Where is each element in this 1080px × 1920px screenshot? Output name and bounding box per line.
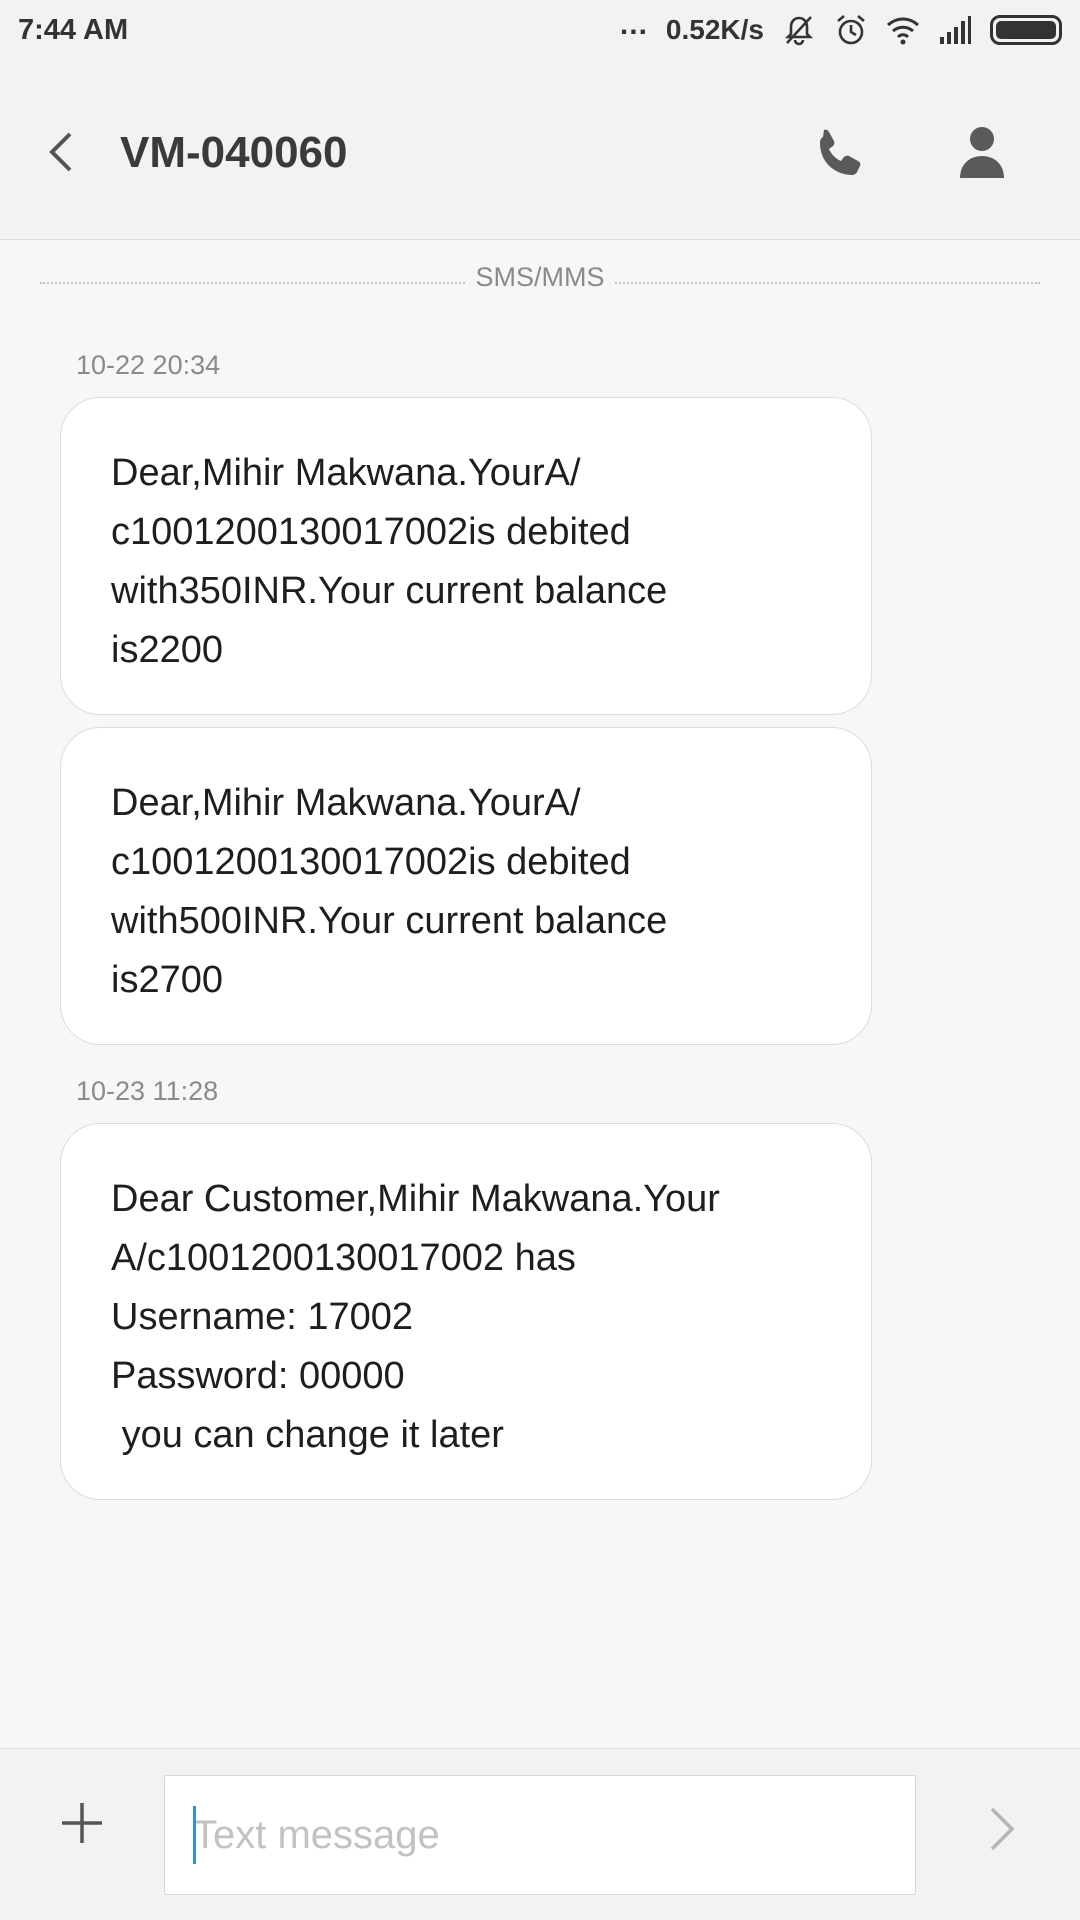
message-thread[interactable]: SMS/MMS 10-22 20:34 Dear,Mihir Makwana.Y… (0, 240, 1080, 1748)
status-more-dots: ... (619, 8, 648, 41)
send-button[interactable] (982, 1799, 1022, 1859)
contact-button[interactable] (952, 122, 1012, 184)
channel-label-row: SMS/MMS (0, 262, 1080, 293)
phone-icon (820, 129, 861, 175)
message-timestamp: 10-22 20:34 (76, 350, 221, 380)
message-bubble[interactable]: Dear,Mihir Makwana.YourA/ c1001200130017… (60, 397, 872, 715)
message-input[interactable] (164, 1775, 916, 1895)
person-icon (960, 127, 1004, 178)
back-button[interactable] (36, 122, 86, 182)
conversation-title: VM-040060 (120, 128, 348, 177)
channel-label: SMS/MMS (465, 262, 615, 292)
message-bubble[interactable]: Dear,Mihir Makwana.YourA/ c1001200130017… (60, 727, 872, 1045)
chevron-right-icon (990, 1807, 1015, 1851)
alarm-icon (837, 15, 865, 45)
call-button[interactable] (810, 124, 870, 184)
wifi-icon (887, 17, 919, 45)
battery-level (996, 21, 1056, 39)
battery-icon (990, 15, 1062, 45)
status-icons: ... 0.52K/s (620, 8, 1062, 47)
network-speed: 0.52K/s (665, 14, 764, 45)
add-attachment-button[interactable] (58, 1799, 106, 1847)
signal-icon (940, 16, 971, 44)
status-bar: 7:44 AM ... 0.52K/s (0, 0, 1080, 60)
app-bar: VM-040060 (0, 60, 1080, 240)
mute-bell-icon (784, 16, 814, 46)
composer-bar (0, 1748, 1080, 1920)
message-timestamp: 10-23 11:28 (76, 1076, 219, 1106)
status-time: 7:44 AM (18, 13, 129, 46)
plus-icon (62, 1803, 102, 1843)
message-bubble[interactable]: Dear Customer,Mihir Makwana.Your A/c1001… (60, 1123, 872, 1500)
chevron-left-icon (49, 132, 72, 172)
text-cursor (193, 1806, 196, 1864)
